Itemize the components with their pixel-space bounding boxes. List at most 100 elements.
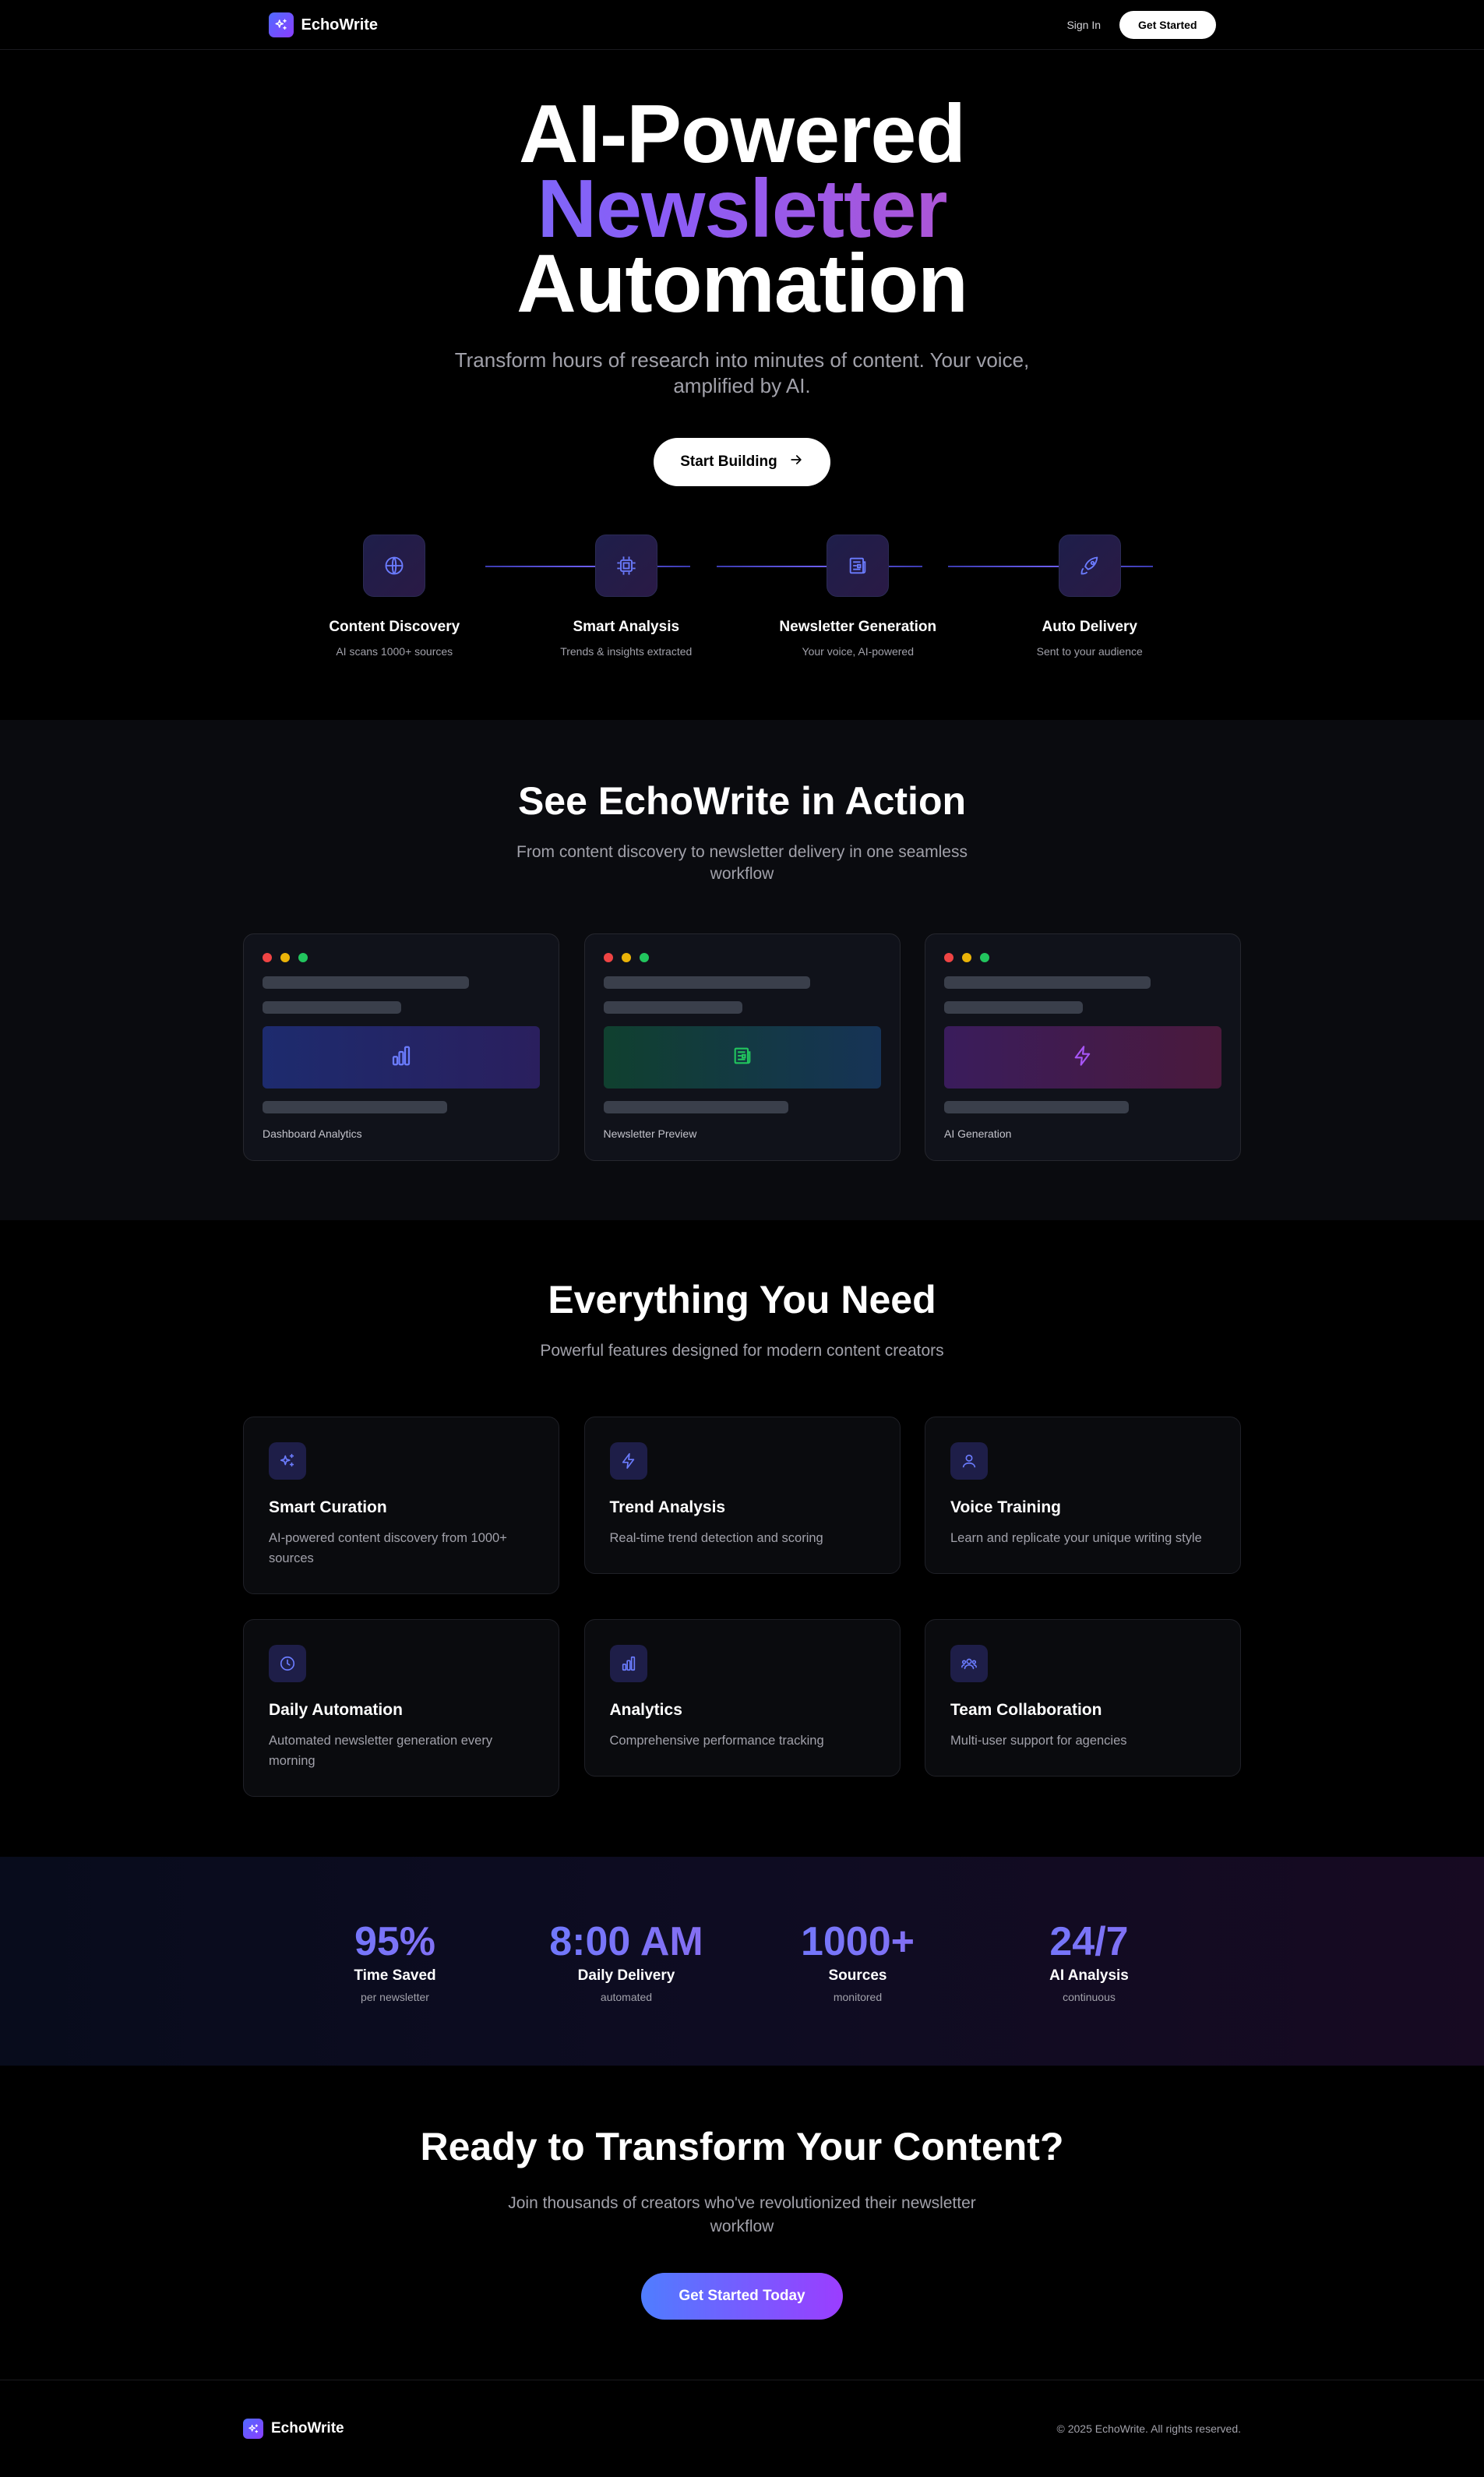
dot-yellow — [621, 953, 631, 962]
window-controls — [263, 953, 540, 962]
feature-card-smart-curation[interactable]: Smart Curation AI-powered content discov… — [243, 1417, 559, 1594]
card-label: AI Generation — [944, 1127, 1012, 1140]
skeleton-line — [944, 1101, 1129, 1113]
sparkles-icon — [243, 2419, 263, 2439]
skeleton-line — [263, 1101, 447, 1113]
preview-panel — [263, 1026, 540, 1089]
step-subtitle: AI scans 1000+ sources — [336, 645, 453, 658]
feature-title: Daily Automation — [269, 1701, 403, 1719]
team-icon — [950, 1645, 988, 1682]
step-title: Smart Analysis — [573, 619, 680, 635]
stat-value: 1000+ — [742, 1919, 974, 1964]
feature-card-team-collaboration[interactable]: Team Collaboration Multi-user support fo… — [925, 1619, 1241, 1777]
footer-brand-name: EchoWrite — [271, 2420, 344, 2436]
step-subtitle: Sent to your audience — [1036, 645, 1143, 658]
stat-label: Daily Delivery — [577, 1967, 675, 1984]
feature-desc: Automated newsletter generation every mo… — [269, 1734, 493, 1768]
dot-green — [980, 953, 989, 962]
lightning-icon — [609, 1442, 647, 1480]
step-auto-delivery: Auto Delivery Sent to your audience — [974, 535, 1206, 658]
brand[interactable]: EchoWrite — [268, 12, 379, 37]
footer-brand[interactable]: EchoWrite — [243, 2419, 344, 2439]
feature-desc: Multi-user support for agencies — [950, 1734, 1127, 1748]
workflow-steps: Content Discovery AI scans 1000+ sources… — [279, 535, 1206, 658]
step-title: Newsletter Generation — [779, 619, 937, 635]
start-building-label: Start Building — [680, 453, 777, 470]
step-newsletter-generation: Newsletter Generation Your voice, AI-pow… — [742, 535, 975, 658]
dot-green — [298, 953, 308, 962]
dot-green — [639, 953, 649, 962]
action-section: See EchoWrite in Action From content dis… — [0, 720, 1484, 1220]
rocket-icon — [1058, 535, 1121, 597]
feature-desc: Comprehensive performance tracking — [609, 1734, 824, 1748]
hero-title-line2: Newsletter — [0, 168, 1484, 250]
sparkles-icon — [268, 12, 294, 37]
step-connector — [716, 566, 922, 567]
hero-title-line1: AI-Powered — [518, 88, 966, 180]
bar-chart-icon — [390, 1044, 413, 1071]
skeleton-line — [263, 976, 469, 989]
brand-name: EchoWrite — [301, 16, 379, 34]
features-subtitle: Powerful features designed for modern co… — [540, 1342, 944, 1360]
hero-title-line3: Automation — [516, 238, 968, 330]
skeleton-line — [603, 976, 810, 989]
stat-sub: per newsletter — [361, 1991, 429, 2003]
stat-label: Sources — [828, 1967, 887, 1984]
preview-panel — [603, 1026, 881, 1089]
stat-sub: monitored — [833, 1991, 883, 2003]
dot-yellow — [962, 953, 971, 962]
step-smart-analysis: Smart Analysis Trends & insights extract… — [510, 535, 742, 658]
preview-panel — [944, 1026, 1221, 1089]
cpu-icon — [594, 535, 657, 597]
hero-section: AI-Powered Newsletter Automation Transfo… — [0, 50, 1484, 720]
step-subtitle: Your voice, AI-powered — [802, 645, 914, 658]
copyright: © 2025 EchoWrite. All rights reserved. — [1056, 2422, 1242, 2435]
feature-title: Team Collaboration — [950, 1701, 1102, 1719]
user-icon — [950, 1442, 988, 1480]
hero-title: AI-Powered Newsletter Automation — [0, 88, 1484, 330]
stat-sources: 1000+ Sources monitored — [742, 1919, 974, 2003]
globe-icon — [363, 535, 426, 597]
sign-in-link[interactable]: Sign In — [1066, 19, 1101, 31]
preview-card-dashboard[interactable]: Dashboard Analytics — [243, 933, 559, 1161]
step-title: Content Discovery — [329, 619, 460, 635]
hero-subtitle: Transform hours of research into minutes… — [454, 348, 1030, 397]
stat-ai-analysis: 24/7 AI Analysis continuous — [974, 1919, 1205, 2003]
feature-desc: Learn and replicate your unique writing … — [950, 1531, 1202, 1545]
lightning-icon — [1072, 1045, 1094, 1071]
features-section: Everything You Need Powerful features de… — [0, 1220, 1484, 1857]
window-controls — [944, 953, 1221, 962]
stat-value: 24/7 — [974, 1919, 1205, 1964]
feature-card-trend-analysis[interactable]: Trend Analysis Real-time trend detection… — [583, 1417, 901, 1574]
get-started-button[interactable]: Get Started — [1119, 11, 1216, 39]
feature-card-voice-training[interactable]: Voice Training Learn and replicate your … — [925, 1417, 1241, 1574]
cta-section: Ready to Transform Your Content? Join th… — [0, 2066, 1484, 2380]
dot-red — [944, 953, 953, 962]
stat-label: AI Analysis — [1049, 1967, 1129, 1984]
top-nav: EchoWrite Sign In Get Started — [0, 0, 1484, 50]
feature-desc: Real-time trend detection and scoring — [609, 1531, 823, 1545]
dot-red — [263, 953, 272, 962]
stat-value: 95% — [280, 1919, 511, 1964]
arrow-right-icon — [788, 452, 804, 472]
feature-card-daily-automation[interactable]: Daily Automation Automated newsletter ge… — [243, 1619, 559, 1797]
preview-card-newsletter[interactable]: Newsletter Preview — [583, 933, 901, 1161]
dot-yellow — [280, 953, 290, 962]
window-controls — [603, 953, 881, 962]
stat-label: Time Saved — [354, 1967, 436, 1984]
feature-desc: AI-powered content discovery from 1000+ … — [269, 1531, 507, 1565]
stat-daily-delivery: 8:00 AM Daily Delivery automated — [511, 1919, 742, 2003]
card-label: Newsletter Preview — [603, 1127, 697, 1140]
skeleton-line — [944, 976, 1151, 989]
step-title: Auto Delivery — [1042, 619, 1137, 635]
skeleton-line — [603, 1101, 788, 1113]
feature-card-analytics[interactable]: Analytics Comprehensive performance trac… — [583, 1619, 901, 1777]
step-connector — [485, 566, 690, 567]
get-started-today-button[interactable]: Get Started Today — [641, 2273, 843, 2320]
preview-card-ai-generation[interactable]: AI Generation — [925, 933, 1241, 1161]
step-content-discovery: Content Discovery AI scans 1000+ sources — [279, 535, 511, 658]
bar-chart-icon — [609, 1645, 647, 1682]
stat-sub: continuous — [1063, 1991, 1116, 2003]
start-building-button[interactable]: Start Building — [654, 438, 830, 486]
stat-value: 8:00 AM — [511, 1919, 742, 1964]
